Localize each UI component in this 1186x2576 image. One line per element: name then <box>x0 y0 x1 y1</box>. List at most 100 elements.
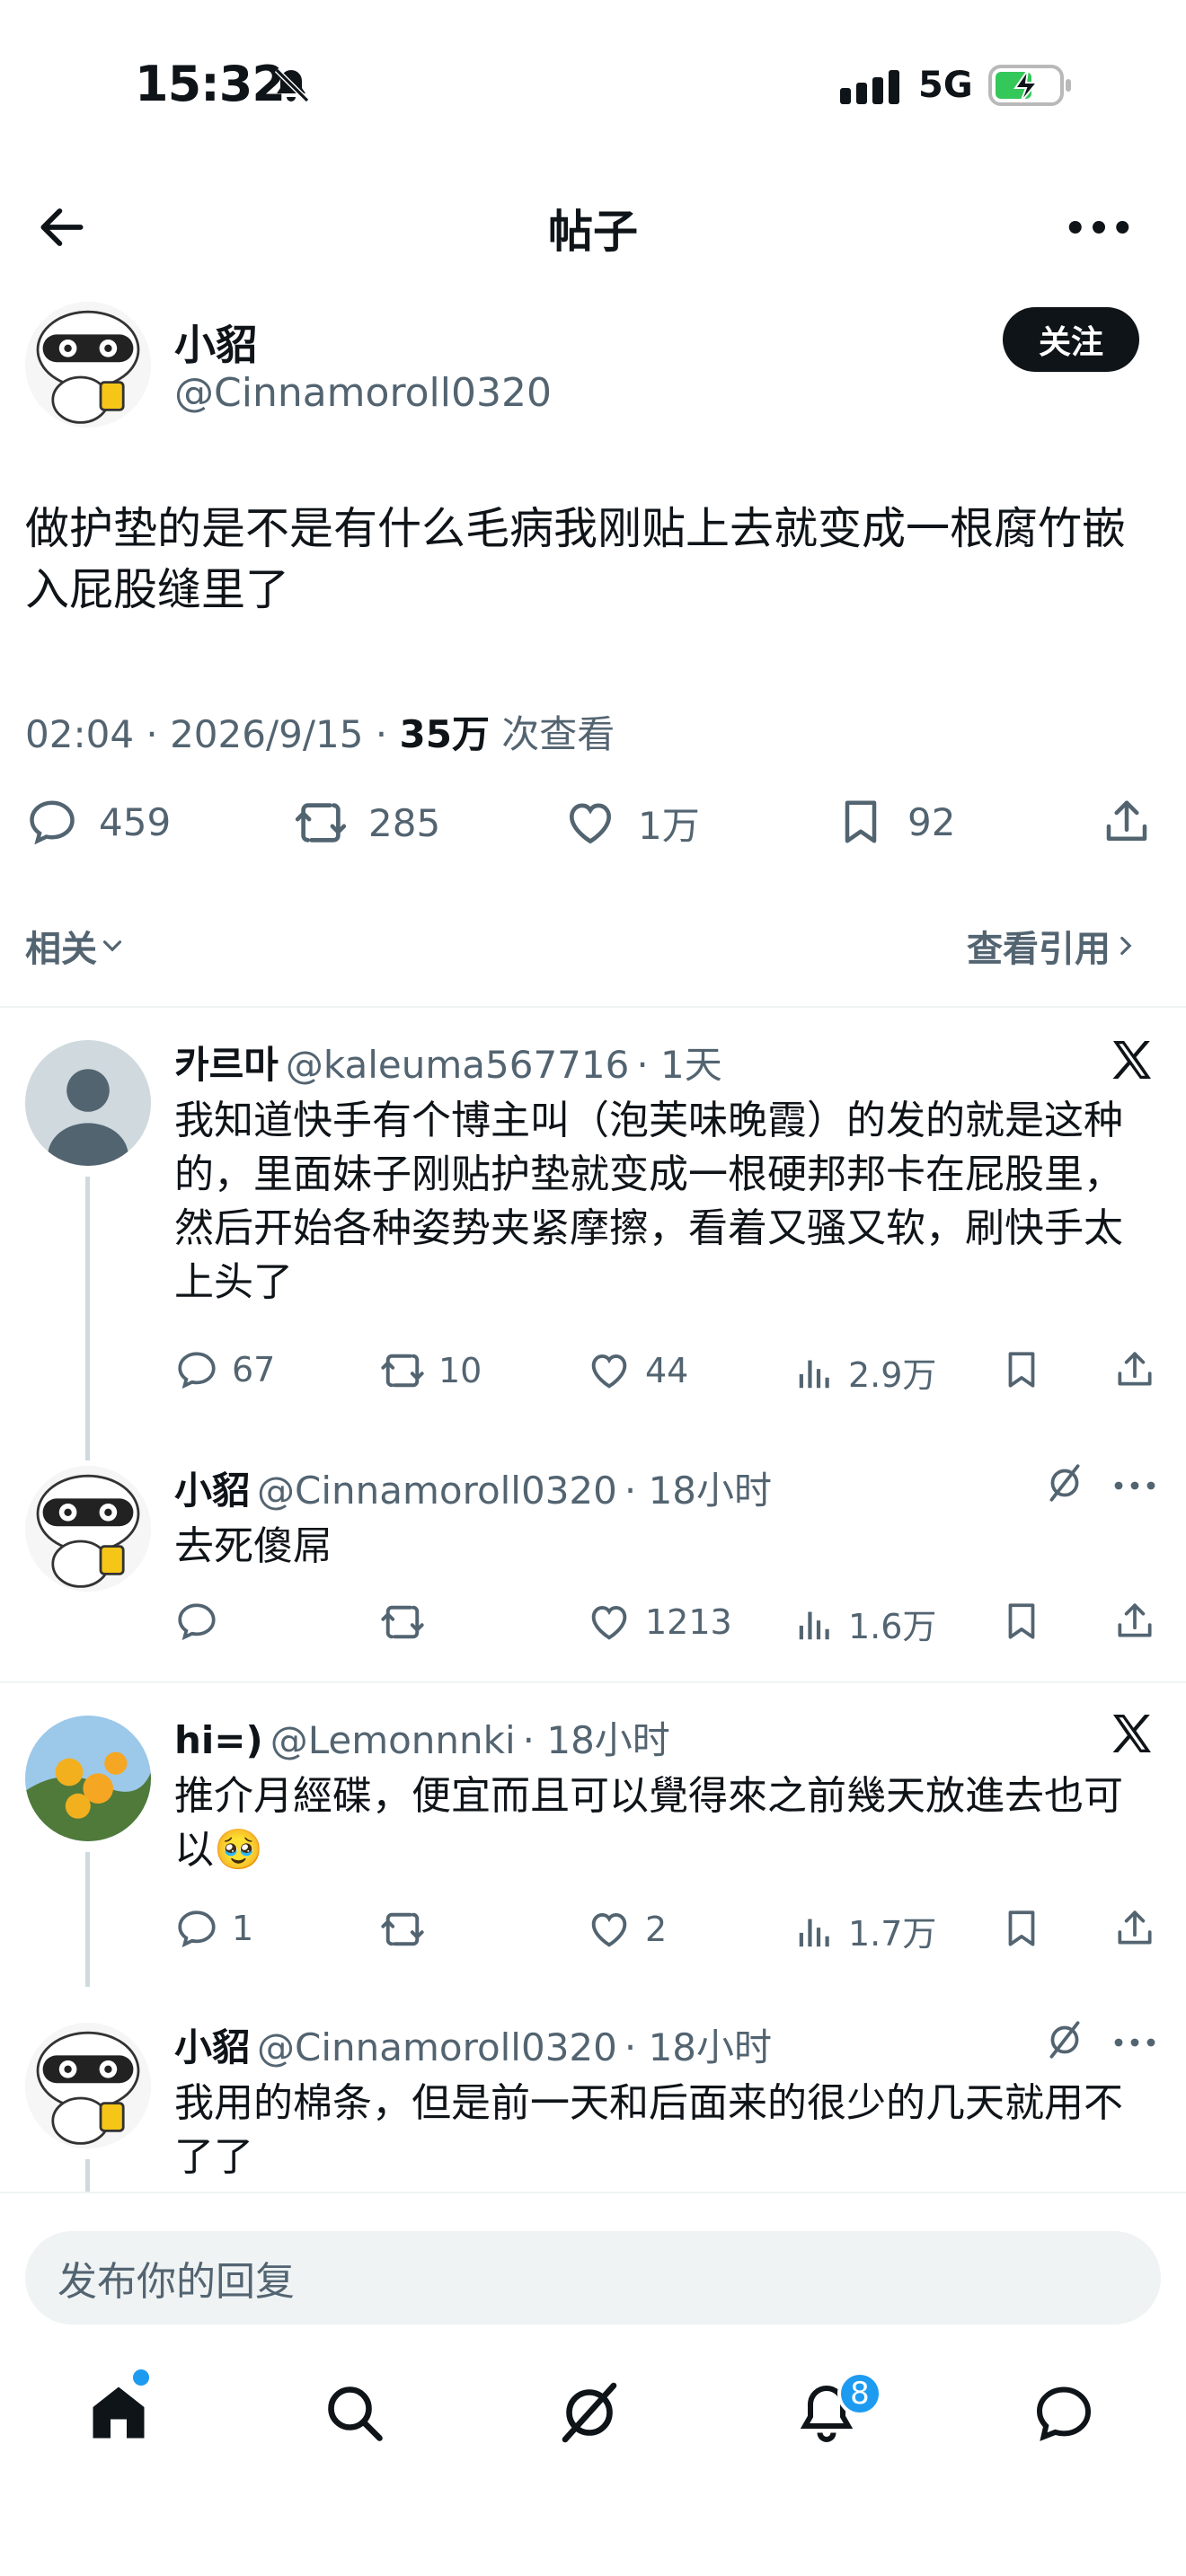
reply-avatar-mascot[interactable] <box>25 1466 151 1592</box>
bookmark-icon[interactable] <box>999 1599 1044 1644</box>
see-quotes-link[interactable]: 查看引用 <box>967 920 1141 972</box>
reply-time: · 18小时 <box>522 1718 670 1762</box>
reply-button[interactable]: 459 <box>25 795 171 849</box>
home-icon[interactable] <box>86 2380 151 2445</box>
reply-text: 我知道快手有个博主叫（泡芙味晚霞）的发的就是这种的，里面妹子刚贴护垫就变成一根硬… <box>174 1098 1123 1305</box>
home-notification-dot <box>133 2369 149 2386</box>
reply-avatar-oranges[interactable] <box>25 1716 151 1841</box>
heart-icon <box>586 1599 633 1645</box>
repost-icon <box>379 1599 426 1645</box>
post-text: 做护垫的是不是有什么毛病我刚贴上去就变成一根腐竹嵌入屁股缝里了 <box>25 503 1127 615</box>
reply-repost-button[interactable] <box>379 1599 426 1645</box>
reply-text: 去死傻屌 <box>174 1523 332 1569</box>
page-title: 帖子 <box>548 206 638 258</box>
author-handle[interactable]: @Cinnamoroll0320 <box>174 370 552 416</box>
reply-avatar-default[interactable] <box>25 1040 151 1166</box>
reply-count: 459 <box>99 799 172 844</box>
author-name[interactable]: 小貂 <box>174 313 257 372</box>
reply-repost-button[interactable] <box>379 1906 426 1953</box>
bookmark-icon[interactable] <box>999 1906 1044 1951</box>
view-count: 1.7万 <box>848 1914 937 1954</box>
reply-author-name[interactable]: 小貂 <box>174 1469 250 1513</box>
reply-header: 카르마 @kaleuma567716 · 1天 <box>174 1035 722 1090</box>
thread-line <box>85 2159 90 2192</box>
share-icon[interactable] <box>1112 1347 1157 1392</box>
reply-author-name[interactable]: hi=) <box>174 1718 263 1762</box>
reply-icon <box>174 1347 219 1392</box>
divider <box>0 1006 1186 1008</box>
view-count: 2.9万 <box>848 1355 937 1395</box>
reply-like-button[interactable]: 44 <box>586 1347 688 1394</box>
reply-author-name[interactable]: 카르마 <box>174 1043 279 1087</box>
like-button[interactable]: 1万 <box>562 795 700 851</box>
views-icon <box>794 1603 836 1645</box>
follow-button[interactable]: 关注 <box>1003 307 1139 372</box>
status-time: 15:32 <box>135 56 286 112</box>
like-count: 2 <box>645 1910 668 1949</box>
bookmark-count: 92 <box>907 799 956 844</box>
reply-views[interactable]: 2.9万 <box>794 1347 936 1397</box>
share-icon[interactable] <box>1100 795 1154 849</box>
x-logo-icon[interactable] <box>1107 1035 1157 1085</box>
repost-icon <box>379 1906 426 1953</box>
share-icon[interactable] <box>1112 1599 1157 1644</box>
reply-repost-button[interactable]: 10 <box>379 1347 482 1394</box>
reply-reply-button[interactable]: 67 <box>174 1347 275 1392</box>
like-count: 44 <box>645 1351 689 1390</box>
bookmark-icon <box>834 795 888 849</box>
reply-header: 小貂 @Cinnamoroll0320 · 18小时 <box>174 1460 772 1515</box>
views-icon <box>794 1352 836 1393</box>
reply-icon <box>25 795 79 849</box>
related-dropdown[interactable]: 相关 <box>25 920 128 972</box>
bookmark-button[interactable]: 92 <box>834 795 955 849</box>
reply-header: 小貂 @Cinnamoroll0320 · 18小时 <box>174 2017 772 2072</box>
grok-icon[interactable] <box>557 2380 622 2445</box>
reply-reply-button[interactable] <box>174 1599 219 1644</box>
reply-like-button[interactable]: 1213 <box>586 1599 732 1645</box>
view-count: 35万 <box>399 712 490 756</box>
reply-avatar-mascot[interactable] <box>25 2023 151 2148</box>
repost-count: 10 <box>438 1351 482 1390</box>
reply-count: 1 <box>232 1909 254 1948</box>
author-avatar[interactable] <box>25 302 151 428</box>
reply-time: · 18小时 <box>624 1469 773 1513</box>
repost-icon <box>293 795 349 851</box>
like-count: 1万 <box>638 803 700 848</box>
reply-time: · 1天 <box>636 1043 722 1087</box>
composer-divider <box>0 2192 1186 2193</box>
chevron-right-icon <box>1120 936 1132 956</box>
reply-author-name[interactable]: 小貂 <box>174 2025 250 2069</box>
reply-author-handle[interactable]: @Lemonnnki <box>270 1718 516 1762</box>
heart-icon <box>562 795 618 851</box>
messages-icon[interactable] <box>1031 2380 1096 2445</box>
reply-author-handle[interactable]: @kaleuma567716 <box>286 1043 629 1087</box>
like-count: 1213 <box>645 1602 732 1642</box>
share-icon[interactable] <box>1112 1906 1157 1951</box>
grok-icon[interactable] <box>1042 2017 1087 2062</box>
heart-icon <box>586 1347 633 1394</box>
notifications-badge: 8 <box>837 2371 882 2416</box>
reply-author-handle[interactable]: @Cinnamoroll0320 <box>257 2025 617 2069</box>
search-icon[interactable] <box>322 2380 386 2445</box>
reply-like-button[interactable]: 2 <box>586 1906 667 1953</box>
reply-views[interactable]: 1.6万 <box>794 1599 936 1648</box>
more-options-icon[interactable] <box>1067 214 1130 241</box>
network-type: 5G <box>918 65 973 106</box>
repost-count: 285 <box>368 800 441 845</box>
x-logo-icon[interactable] <box>1107 1708 1157 1759</box>
bookmark-icon[interactable] <box>999 1347 1044 1392</box>
repost-button[interactable]: 285 <box>293 795 440 851</box>
view-count: 1.6万 <box>848 1607 937 1646</box>
more-options-icon[interactable] <box>1112 2035 1157 2050</box>
thread-line <box>85 1852 90 1987</box>
bell-muted-icon <box>274 67 310 103</box>
reply-views[interactable]: 1.7万 <box>794 1906 936 1955</box>
see-quotes-label: 查看引用 <box>967 929 1111 970</box>
reply-composer-input[interactable]: 发布你的回复 <box>25 2231 1161 2325</box>
grok-icon[interactable] <box>1042 1460 1087 1505</box>
reply-author-handle[interactable]: @Cinnamoroll0320 <box>257 1469 617 1513</box>
reply-text: 推介月經碟，便宜而且可以覺得來之前幾天放進去也可以🥹 <box>174 1773 1123 1873</box>
more-options-icon[interactable] <box>1112 1478 1157 1493</box>
views-icon <box>794 1910 836 1952</box>
reply-reply-button[interactable]: 1 <box>174 1906 253 1951</box>
